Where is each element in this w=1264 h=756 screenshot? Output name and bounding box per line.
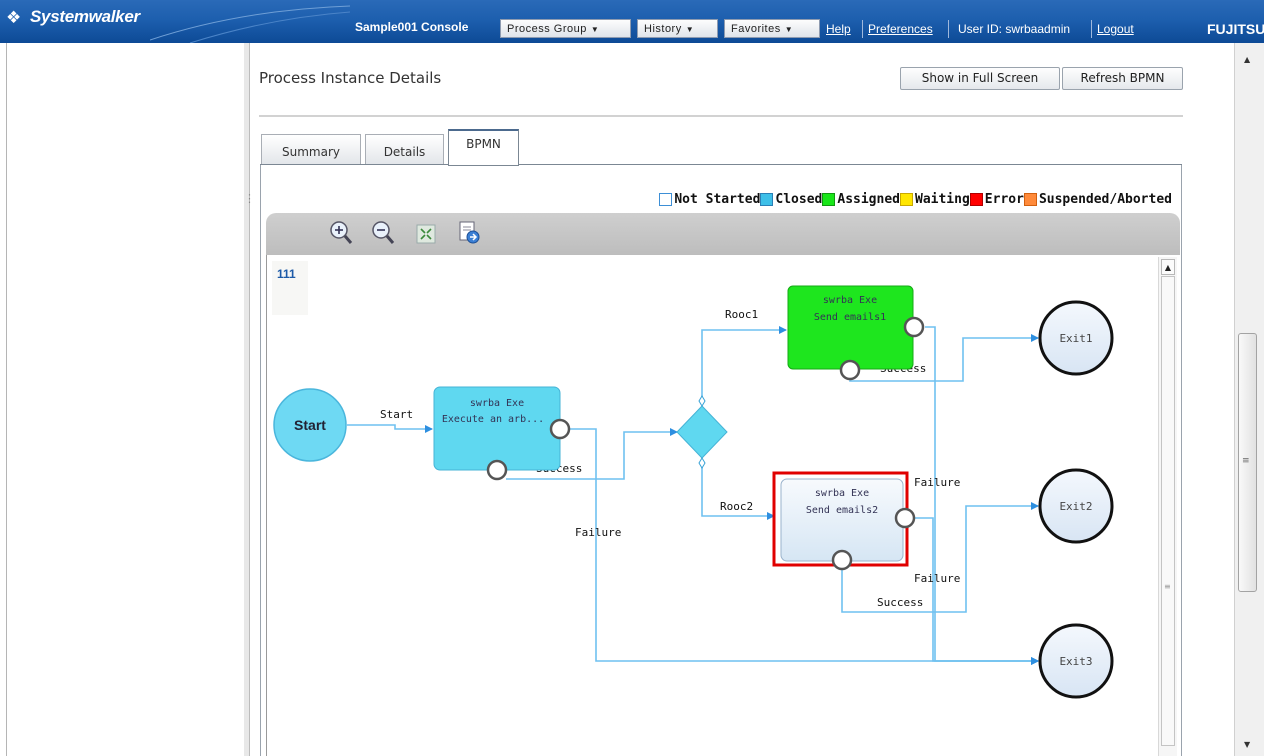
- legend-label: Waiting: [915, 192, 970, 207]
- page-title: Process Instance Details: [259, 69, 442, 87]
- tab-summary[interactable]: Summary: [261, 134, 361, 164]
- history-menu[interactable]: History ▼: [637, 19, 718, 38]
- fujitsu-logo: FUJITSU: [1207, 21, 1264, 37]
- diagram-toolbar: [266, 213, 1180, 255]
- scroll-up-icon[interactable]: ▲: [1161, 259, 1175, 275]
- divider: [862, 20, 863, 38]
- scroll-grip-icon: ≡: [1242, 456, 1250, 466]
- scroll-grip-icon: ≡: [1164, 582, 1171, 591]
- bpmn-canvas[interactable]: [266, 255, 1180, 756]
- process-group-menu[interactable]: Process Group ▼: [500, 19, 631, 38]
- legend-item-assigned: Assigned: [822, 192, 900, 207]
- legend-label: Error: [984, 192, 1024, 207]
- preferences-link[interactable]: Preferences: [868, 22, 933, 36]
- divider: [259, 115, 1183, 117]
- legend-swatch: [1023, 193, 1037, 206]
- fit-to-window-icon[interactable]: [413, 219, 439, 247]
- logout-link[interactable]: Logout: [1097, 22, 1134, 36]
- panel-splitter[interactable]: [244, 43, 250, 756]
- chevron-down-icon: ▼: [590, 25, 600, 34]
- legend-swatch: [760, 193, 774, 206]
- legend-swatch: [659, 193, 673, 206]
- tab-details[interactable]: Details: [365, 134, 444, 164]
- header-swoosh-icon: [150, 5, 350, 43]
- history-menu-label: History: [644, 23, 682, 35]
- status-legend: Not Started Closed Assigned Waiting Erro…: [659, 192, 1172, 207]
- user-id-text: User ID: swrbaadmin: [958, 22, 1071, 36]
- legend-item-waiting: Waiting: [900, 192, 970, 207]
- process-group-menu-label: Process Group: [507, 23, 587, 35]
- legend-item-error: Error: [969, 192, 1024, 207]
- refresh-bpmn-button[interactable]: Refresh BPMN: [1062, 67, 1183, 90]
- tab-bpmn[interactable]: BPMN: [448, 129, 519, 166]
- left-panel: [6, 43, 245, 756]
- legend-label: Suspended/Aborted: [1038, 192, 1172, 207]
- process-id-tag: 111: [272, 261, 308, 315]
- splitter-grip-icon[interactable]: ⋮: [244, 192, 255, 205]
- legend-item-closed: Closed: [760, 192, 822, 207]
- export-icon[interactable]: [456, 219, 482, 247]
- zoom-in-icon[interactable]: [328, 219, 354, 247]
- chevron-down-icon: ▼: [685, 25, 695, 34]
- legend-item-not-started: Not Started: [659, 192, 760, 207]
- help-link[interactable]: Help: [826, 22, 851, 36]
- legend-swatch: [969, 193, 983, 206]
- favorites-menu-label: Favorites: [731, 23, 781, 35]
- legend-swatch: [822, 193, 836, 206]
- legend-label: Assigned: [837, 192, 900, 207]
- brand-name: Systemwalker: [30, 7, 140, 26]
- top-bar: ❖ Systemwalker Sample001 Console Process…: [0, 0, 1264, 43]
- chevron-down-icon: ▼: [784, 25, 794, 34]
- legend-label: Not Started: [674, 192, 761, 207]
- console-title: Sample001 Console: [355, 20, 469, 34]
- scroll-down-icon[interactable]: ▼: [1244, 740, 1250, 749]
- divider: [1091, 20, 1092, 38]
- favorites-menu[interactable]: Favorites ▼: [724, 19, 820, 38]
- legend-item-suspended-aborted: Suspended/Aborted: [1023, 192, 1172, 207]
- legend-swatch: [900, 193, 913, 206]
- systemwalker-logo-icon: ❖: [6, 8, 22, 28]
- show-full-screen-button[interactable]: Show in Full Screen: [900, 67, 1060, 90]
- zoom-out-icon[interactable]: [370, 219, 396, 247]
- divider: [948, 20, 949, 38]
- scroll-up-icon[interactable]: ▲: [1244, 55, 1250, 64]
- canvas-scroll-thumb[interactable]: [1161, 276, 1175, 746]
- legend-label: Closed: [775, 192, 823, 207]
